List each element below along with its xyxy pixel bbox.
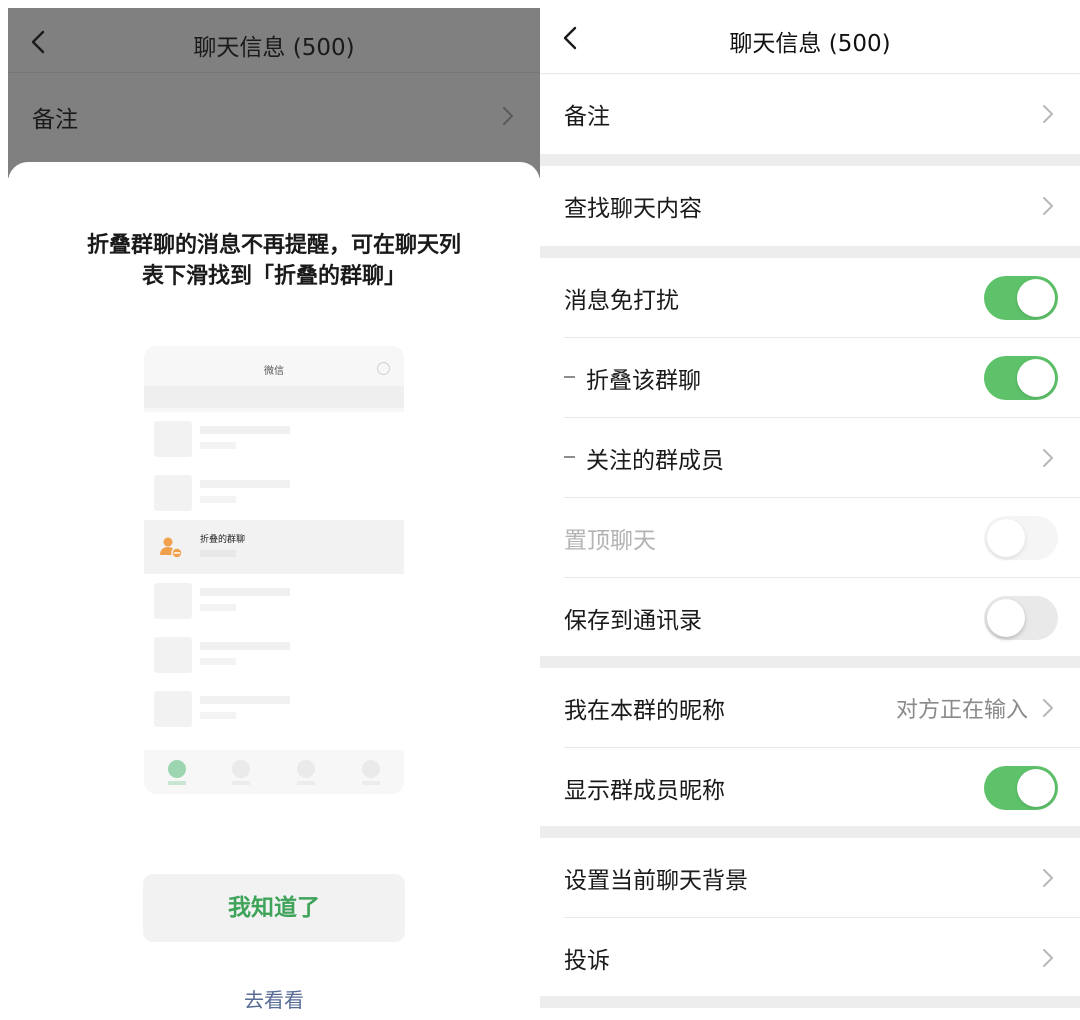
chats-tab-icon (168, 760, 186, 778)
sheet-message: 折叠群聊的消息不再提醒，可在聊天列 表下滑找到「折叠的群聊」 (48, 230, 500, 292)
sub-option-dash (564, 376, 575, 378)
toggle-knob (1017, 279, 1055, 317)
chevron-right-icon (1042, 868, 1054, 888)
dimmed-row-label: 备注 (32, 107, 78, 133)
toggle-knob (987, 519, 1025, 557)
avatar-placeholder (154, 691, 192, 727)
row-label: 备注 (564, 104, 610, 130)
sheet-message-line-2: 表下滑找到「折叠的群聊」 (141, 264, 406, 289)
set-chat-background-row[interactable]: 设置当前聊天背景 (540, 838, 1080, 918)
divider (8, 72, 540, 73)
plus-circle-icon (377, 362, 390, 375)
mock-list-item (144, 574, 404, 628)
text-placeholder (200, 588, 290, 596)
mock-list-item (144, 682, 404, 736)
mock-header: 微信 (144, 346, 404, 412)
avatar-placeholder (154, 421, 192, 457)
chat-info-screen: 聊天信息 (500) 备注 查找聊天内容 消息免打扰 折叠该群聊 关注的群成员 (540, 0, 1080, 1020)
row-label: 折叠该群聊 (586, 368, 701, 394)
save-to-contacts-toggle[interactable] (984, 596, 1058, 640)
sub-option-dash (564, 456, 575, 458)
save-to-contacts-row: 保存到通讯录 (540, 578, 1080, 658)
nav-bar: 聊天信息 (500) (540, 0, 1080, 74)
text-placeholder (200, 550, 236, 557)
section-gap (540, 154, 1080, 166)
sheet-message-line-1: 折叠群聊的消息不再提醒，可在聊天列 (86, 233, 461, 258)
followed-members-row[interactable]: 关注的群成员 (540, 418, 1080, 498)
got-it-button[interactable]: 我知道了 (143, 874, 405, 942)
go-see-link[interactable]: 去看看 (8, 984, 540, 1013)
text-placeholder (200, 604, 236, 611)
tab-label-placeholder (297, 781, 315, 785)
fold-group-toggle[interactable] (984, 356, 1058, 400)
my-alias-value: 对方正在输入 (895, 698, 1028, 723)
complain-row[interactable]: 投诉 (540, 918, 1080, 998)
tab-label-placeholder (232, 781, 250, 785)
mute-notifications-toggle[interactable] (984, 276, 1058, 320)
row-label: 投诉 (564, 948, 610, 974)
chevron-right-icon (1042, 698, 1054, 718)
section-gap (540, 826, 1080, 838)
avatar-placeholder (154, 583, 192, 619)
row-label: 消息免打扰 (564, 288, 679, 314)
avatar-placeholder (154, 637, 192, 673)
folded-groups-name: 折叠的群聊 (200, 535, 246, 545)
tab-label-placeholder (362, 781, 380, 785)
text-placeholder (200, 696, 290, 704)
bottom-sheet: 折叠群聊的消息不再提醒，可在聊天列 表下滑找到「折叠的群聊」 微信 折叠的群聊 … (8, 162, 540, 1020)
text-placeholder (200, 442, 236, 449)
page-title: 聊天信息 (500) (729, 31, 891, 57)
mock-search-bar (144, 386, 404, 408)
sticky-on-top-toggle (984, 516, 1058, 560)
fold-group-row: 折叠该群聊 (540, 338, 1080, 418)
chevron-right-icon (1042, 948, 1054, 968)
section-gap (540, 246, 1080, 258)
show-member-names-toggle[interactable] (984, 766, 1058, 810)
sticky-on-top-row: 置顶聊天 (540, 498, 1080, 578)
row-label: 保存到通讯录 (564, 608, 702, 634)
search-chat-history-row[interactable]: 查找聊天内容 (540, 166, 1080, 246)
remark-row[interactable]: 备注 (540, 74, 1080, 154)
row-label: 关注的群成员 (586, 448, 724, 474)
folded-groups-item: 折叠的群聊 (144, 520, 404, 574)
row-label: 查找聊天内容 (564, 196, 702, 222)
row-label: 显示群成员昵称 (564, 778, 725, 804)
chat-list-illustration: 微信 折叠的群聊 (144, 346, 404, 794)
dimmed-background-header: 聊天信息 (500) 备注 (8, 8, 540, 178)
toggle-knob (1017, 359, 1055, 397)
row-label: 设置当前聊天背景 (564, 868, 748, 894)
toggle-knob (987, 599, 1025, 637)
contacts-tab-icon (232, 760, 250, 778)
fold-group-dialog-screen: 聊天信息 (500) 备注 折叠群聊的消息不再提醒，可在聊天列 表下滑找到「折叠… (0, 0, 540, 1020)
mock-list-item (144, 466, 404, 520)
chevron-right-icon (1042, 448, 1054, 468)
me-tab-icon (362, 760, 380, 778)
toggle-knob (1017, 769, 1055, 807)
chevron-right-icon (1042, 196, 1054, 216)
chevron-right-icon (502, 106, 514, 130)
text-placeholder (200, 496, 236, 503)
mock-title: 微信 (264, 366, 284, 377)
avatar-placeholder (154, 475, 192, 511)
discover-tab-icon (297, 760, 315, 778)
my-alias-row[interactable]: 我在本群的昵称 对方正在输入 (540, 668, 1080, 748)
tab-label-placeholder (168, 781, 186, 785)
text-placeholder (200, 712, 236, 719)
mute-notifications-row: 消息免打扰 (540, 258, 1080, 338)
text-placeholder (200, 642, 290, 650)
text-placeholder (200, 426, 290, 434)
mock-list-item (144, 628, 404, 682)
section-gap (540, 996, 1080, 1008)
show-member-names-row: 显示群成员昵称 (540, 748, 1080, 828)
text-placeholder (200, 480, 290, 488)
dimmed-title: 聊天信息 (500) (193, 35, 355, 61)
text-placeholder (200, 658, 236, 665)
row-label: 我在本群的昵称 (564, 698, 725, 724)
mock-list-item (144, 412, 404, 466)
chevron-right-icon (1042, 104, 1054, 124)
row-label: 置顶聊天 (564, 528, 656, 554)
mock-tab-bar (144, 750, 404, 794)
folded-group-icon (158, 534, 184, 560)
section-gap (540, 656, 1080, 668)
